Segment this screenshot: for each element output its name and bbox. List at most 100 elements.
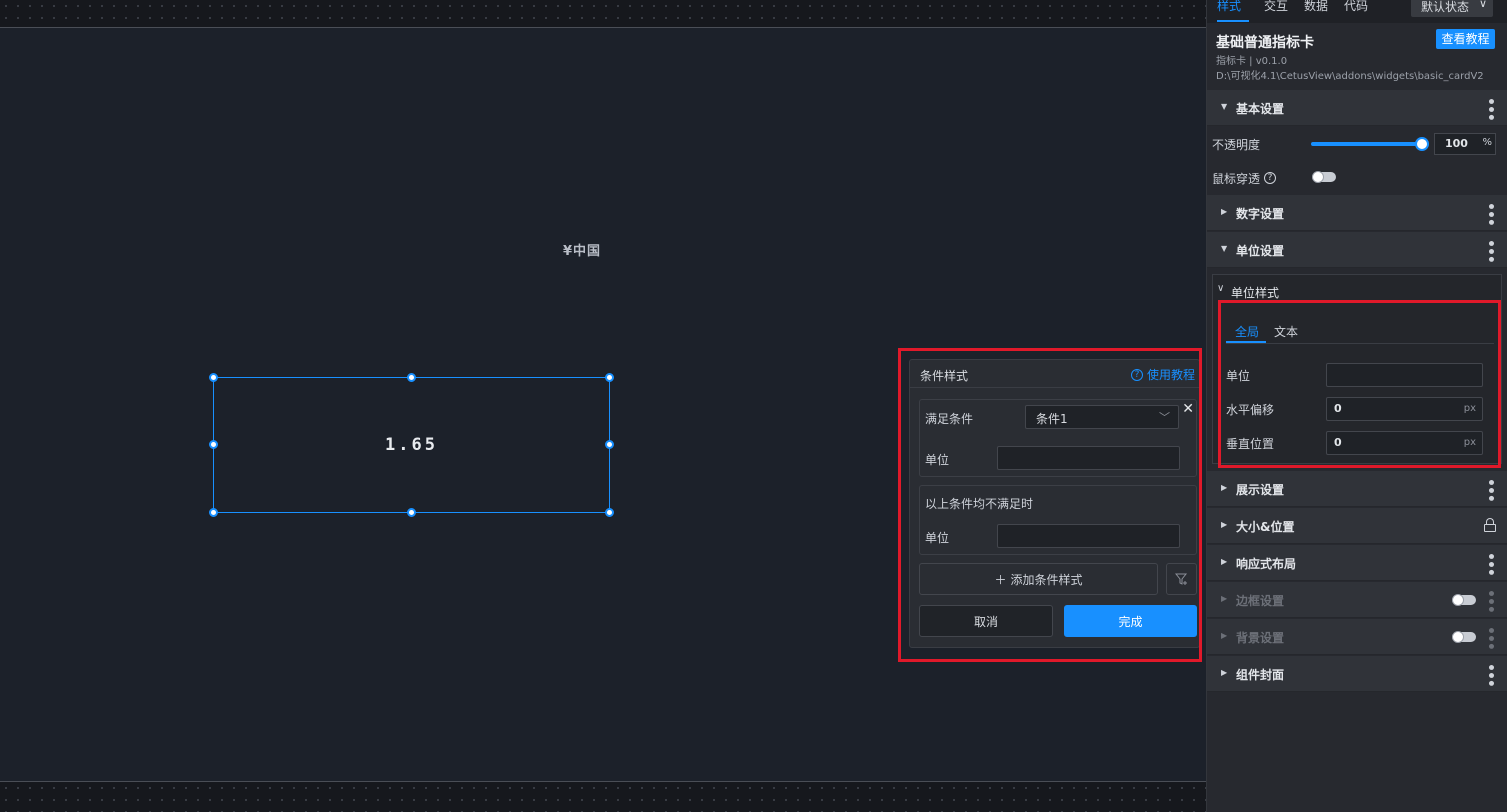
add-condition-button[interactable]: ＋ 添加条件样式 (919, 563, 1158, 595)
section-size-position[interactable]: ▶ 大小&位置 (1207, 508, 1507, 544)
h-offset-unit: px (1463, 403, 1476, 414)
property-panel: 样式 交互 数据 代码 默认状态 ∨ 基础普通指标卡 查看教程 指标卡 | v0… (1206, 0, 1507, 812)
unit-style-group: ∨ 单位样式 全局 文本 单位 水平偏移 0 px 垂直位置 0 px (1212, 274, 1502, 464)
add-condition-label: 添加条件样式 (1010, 572, 1083, 587)
v-pos-unit: px (1463, 437, 1476, 448)
unit-style-title: 单位样式 (1231, 286, 1280, 300)
state-dropdown[interactable]: 默认状态 ∨ (1411, 0, 1493, 17)
section-title: 数字设置 (1236, 207, 1285, 221)
fallback-unit-label: 单位 (925, 531, 950, 545)
background-toggle[interactable] (1452, 631, 1476, 643)
confirm-button[interactable]: 完成 (1064, 605, 1197, 637)
more-icon[interactable]: ••• (1482, 202, 1498, 226)
view-tutorial-button[interactable]: 查看教程 (1436, 29, 1495, 49)
resize-handle-top[interactable] (407, 373, 416, 382)
lock-icon[interactable] (1484, 518, 1496, 532)
caret-down-icon: ▼ (1221, 102, 1228, 111)
canvas-sublabel: ¥中国 (563, 244, 602, 259)
opacity-slider-track[interactable] (1311, 142, 1421, 146)
resize-handle-bottom-right[interactable] (605, 508, 614, 517)
opacity-unit: % (1482, 137, 1492, 148)
tab-global[interactable]: 全局 (1235, 323, 1259, 340)
section-unit-settings[interactable]: ▼ 单位设置 ••• (1207, 232, 1507, 268)
section-title: 背景设置 (1236, 631, 1285, 645)
unit-label: 单位 (1226, 369, 1251, 383)
section-basic-settings[interactable]: ▼ 基本设置 ••• (1207, 90, 1507, 126)
cancel-button[interactable]: 取消 (919, 605, 1053, 637)
h-offset-label: 水平偏移 (1226, 403, 1275, 417)
caret-right-icon: ▶ (1221, 207, 1228, 216)
opacity-label: 不透明度 (1212, 138, 1261, 152)
resize-handle-bottom[interactable] (407, 508, 416, 517)
opacity-input[interactable]: 100 % (1434, 133, 1496, 155)
tab-style[interactable]: 样式 (1217, 0, 1241, 14)
app-root: ¥中国 1.65 条件样式 ? 使用教程 满足条件 条件1 ﹀ ✕ 单位 以上条… (0, 0, 1507, 812)
section-title: 响应式布局 (1236, 557, 1297, 571)
section-title: 组件封面 (1236, 668, 1285, 682)
resize-handle-top-right[interactable] (605, 373, 614, 382)
chevron-down-icon: ∨ (1217, 283, 1225, 294)
h-offset-input[interactable]: 0 px (1326, 397, 1483, 421)
fallback-unit-input[interactable] (997, 524, 1180, 548)
h-offset-value: 0 (1334, 402, 1342, 415)
more-icon[interactable]: ••• (1482, 552, 1498, 576)
close-icon[interactable]: ✕ (1182, 401, 1194, 417)
indicator-card-widget[interactable]: 1.65 (209, 373, 614, 517)
section-title: 单位设置 (1236, 244, 1285, 258)
mouse-through-toggle[interactable] (1312, 171, 1336, 183)
more-icon[interactable]: ••• (1482, 663, 1498, 687)
tab-code[interactable]: 代码 (1344, 0, 1368, 14)
border-toggle[interactable] (1452, 594, 1476, 606)
card-value: 1.65 (385, 435, 438, 455)
section-number-settings[interactable]: ▶ 数字设置 ••• (1207, 195, 1507, 231)
resize-handle-top-left[interactable] (209, 373, 218, 382)
fallback-label: 以上条件均不满足时 (925, 497, 1034, 511)
v-pos-value: 0 (1334, 436, 1342, 449)
tab-text[interactable]: 文本 (1274, 323, 1298, 340)
unit-style-header[interactable]: ∨ 单位样式 (1213, 275, 1501, 307)
resize-handle-bottom-left[interactable] (209, 508, 218, 517)
filter-icon (1174, 573, 1187, 585)
tab-interaction[interactable]: 交互 (1264, 0, 1288, 14)
resize-handle-right[interactable] (605, 440, 614, 449)
help-icon: ? (1130, 368, 1143, 381)
more-icon[interactable]: ••• (1482, 589, 1498, 613)
more-icon[interactable]: ••• (1482, 478, 1498, 502)
filter-add-button[interactable] (1166, 563, 1197, 595)
condition-select[interactable]: 条件1 ﹀ (1025, 405, 1179, 429)
chevron-down-icon: ﹀ (1159, 411, 1170, 424)
more-icon[interactable]: ••• (1482, 97, 1498, 121)
active-tab-indicator (1226, 341, 1266, 343)
v-pos-label: 垂直位置 (1226, 437, 1275, 451)
active-tab-indicator (1217, 20, 1249, 22)
state-dropdown-label: 默认状态 (1421, 0, 1470, 14)
help-icon[interactable]: ? (1264, 172, 1276, 184)
caret-right-icon: ▶ (1221, 483, 1228, 492)
section-component-cover[interactable]: ▶ 组件封面 ••• (1207, 656, 1507, 692)
section-title: 大小&位置 (1236, 520, 1295, 534)
section-title: 基本设置 (1236, 102, 1285, 116)
popup-title: 条件样式 (920, 369, 969, 383)
caret-right-icon: ▶ (1221, 594, 1228, 603)
caret-right-icon: ▶ (1221, 631, 1228, 640)
component-title: 基础普通指标卡 (1216, 35, 1314, 51)
condition-unit-input[interactable] (997, 446, 1180, 470)
section-display-settings[interactable]: ▶ 展示设置 ••• (1207, 471, 1507, 507)
section-background-settings[interactable]: ▶ 背景设置 ••• (1207, 619, 1507, 655)
unit-input[interactable] (1326, 363, 1483, 387)
section-border-settings[interactable]: ▶ 边框设置 ••• (1207, 582, 1507, 618)
editor-canvas[interactable]: ¥中国 1.65 条件样式 ? 使用教程 满足条件 条件1 ﹀ ✕ 单位 以上条… (0, 0, 1206, 812)
panel-tabbar: 样式 交互 数据 代码 默认状态 ∨ (1207, 0, 1507, 23)
component-path: D:\可视化4.1\CetusView\addons\widgets\basic… (1216, 71, 1484, 82)
more-icon[interactable]: ••• (1482, 626, 1498, 650)
resize-handle-left[interactable] (209, 440, 218, 449)
tab-data[interactable]: 数据 (1304, 0, 1328, 14)
tab-divider (1226, 343, 1494, 344)
tutorial-link[interactable]: ? 使用教程 (1130, 366, 1195, 383)
more-icon[interactable]: ••• (1482, 239, 1498, 263)
v-pos-input[interactable]: 0 px (1326, 431, 1483, 455)
section-responsive-layout[interactable]: ▶ 响应式布局 ••• (1207, 545, 1507, 581)
opacity-slider-thumb[interactable] (1415, 137, 1429, 151)
section-title: 边框设置 (1236, 594, 1285, 608)
caret-right-icon: ▶ (1221, 668, 1228, 677)
